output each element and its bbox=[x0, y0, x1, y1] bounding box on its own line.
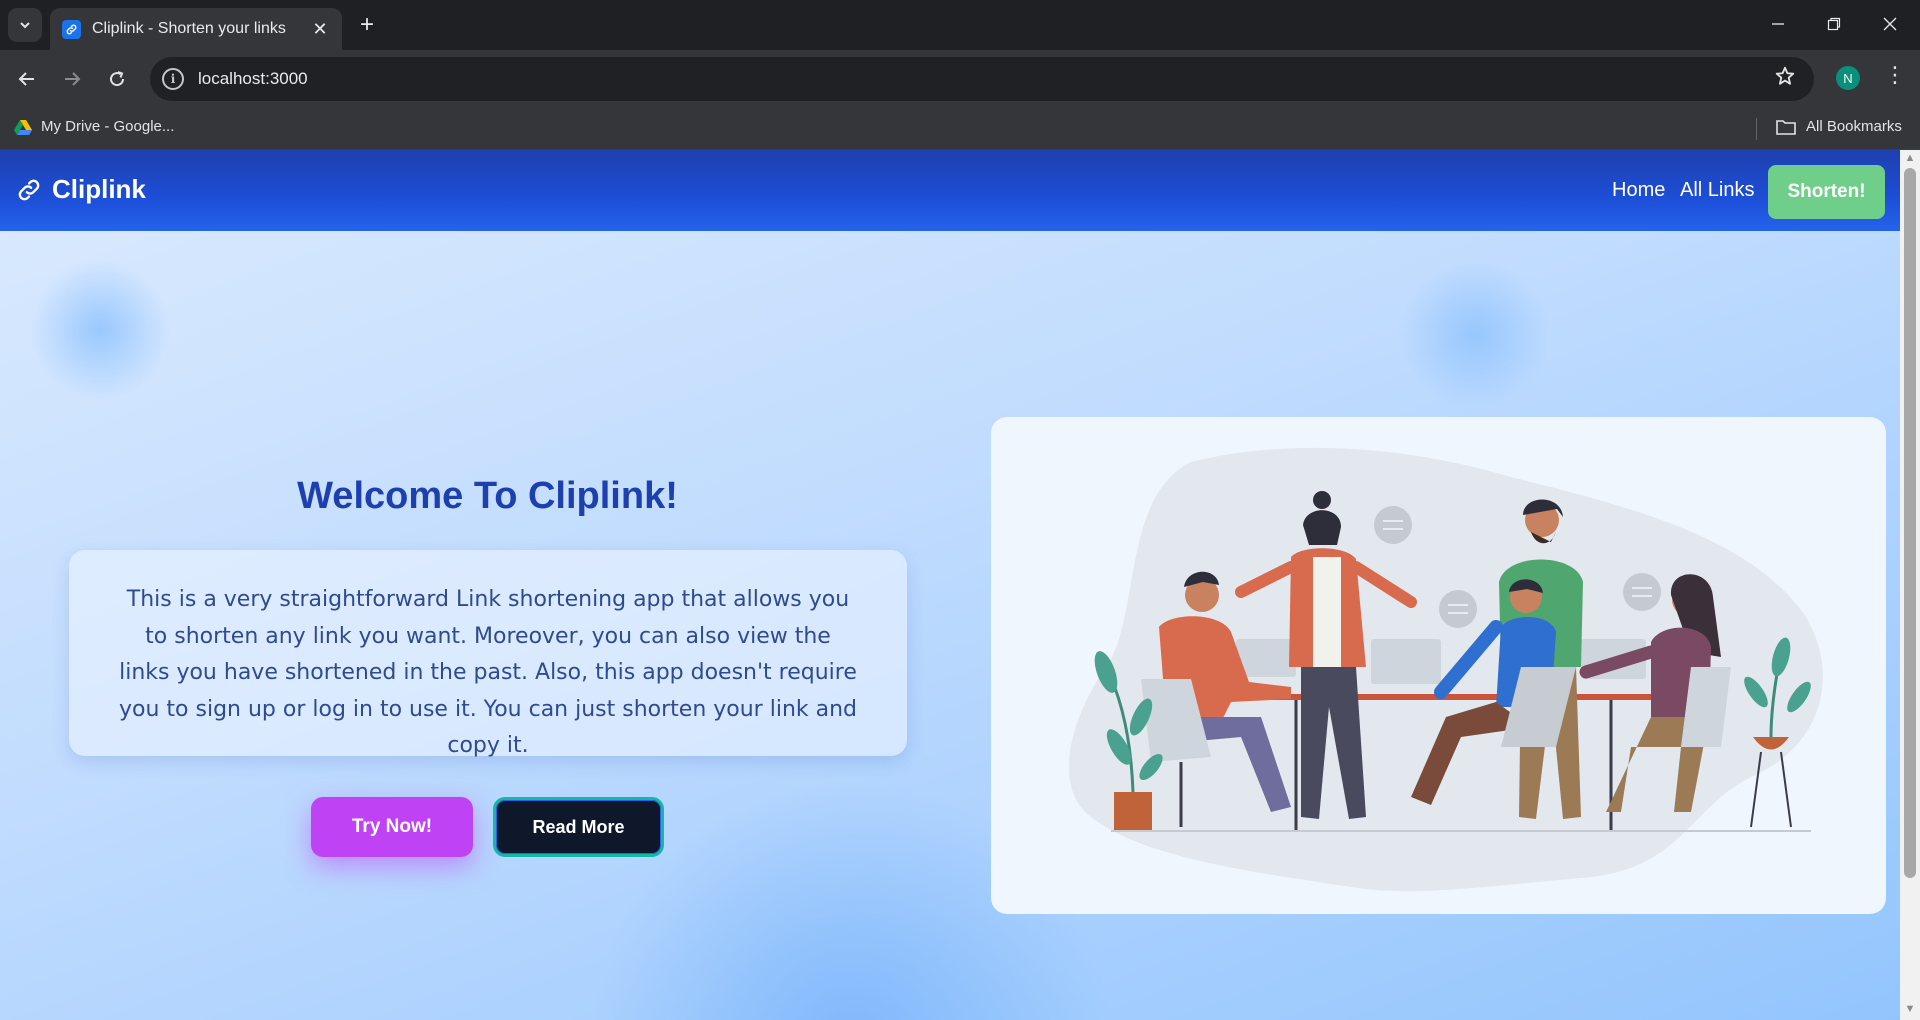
close-tab-icon[interactable]: ✕ bbox=[306, 19, 334, 40]
read-more-button[interactable]: Read More bbox=[493, 797, 664, 857]
link-favicon-icon bbox=[62, 19, 81, 39]
bookmark-my-drive[interactable]: My Drive - Google... bbox=[14, 118, 174, 135]
scrollbar-thumb[interactable] bbox=[1904, 168, 1916, 878]
restore-icon bbox=[1827, 17, 1841, 31]
site-info-icon[interactable]: i bbox=[162, 68, 184, 90]
restore-window-button[interactable] bbox=[1806, 0, 1862, 48]
brand-logo[interactable]: Cliplink bbox=[16, 174, 146, 205]
scroll-up-icon[interactable]: ▲ bbox=[1904, 152, 1916, 164]
hero-description: This is a very straightforward Link shor… bbox=[119, 587, 858, 758]
minimize-icon bbox=[1772, 23, 1784, 25]
bookmark-star-icon[interactable] bbox=[1774, 65, 1796, 87]
team-meeting-illustration bbox=[1068, 447, 1823, 892]
link-icon bbox=[18, 179, 40, 200]
browser-menu-icon[interactable]: ⋮ bbox=[1884, 62, 1906, 88]
chevron-down-icon bbox=[20, 22, 30, 29]
profile-avatar[interactable]: N bbox=[1836, 66, 1860, 90]
address-url[interactable]: localhost:3000 bbox=[198, 69, 308, 89]
browser-tab-active[interactable]: Cliplink - Shorten your links ✕ bbox=[50, 8, 342, 50]
nav-home-link[interactable]: Home bbox=[1612, 179, 1665, 202]
page-scrollbar[interactable]: ▲ ▼ bbox=[1900, 150, 1920, 1020]
try-now-button[interactable]: Try Now! bbox=[311, 797, 473, 857]
back-button[interactable] bbox=[10, 62, 44, 96]
all-bookmarks-label: All Bookmarks bbox=[1806, 118, 1902, 135]
reload-button[interactable] bbox=[100, 62, 134, 96]
nav-all-links-link[interactable]: All Links bbox=[1680, 179, 1754, 202]
tab-title: Cliplink - Shorten your links bbox=[92, 20, 286, 37]
arrow-left-icon bbox=[18, 72, 34, 86]
bookmarks-divider bbox=[1756, 118, 1757, 140]
bookmark-label: My Drive - Google... bbox=[41, 118, 175, 135]
folder-icon bbox=[1776, 119, 1796, 135]
close-window-button[interactable] bbox=[1862, 0, 1918, 48]
browser-tabstrip: Cliplink - Shorten your links ✕ + bbox=[0, 0, 1920, 50]
page-viewport: Cliplink Home All Links Shorten! Welcome… bbox=[0, 150, 1900, 1020]
shorten-button[interactable]: Shorten! bbox=[1768, 165, 1885, 219]
brand-name: Cliplink bbox=[52, 174, 146, 204]
address-bar[interactable]: i localhost:3000 bbox=[150, 57, 1814, 101]
site-navbar: Cliplink Home All Links Shorten! bbox=[0, 150, 1900, 231]
scroll-down-icon[interactable]: ▼ bbox=[1904, 1003, 1916, 1015]
arrow-right-icon bbox=[65, 72, 81, 86]
close-icon bbox=[1883, 17, 1897, 31]
hero-description-card: This is a very straightforward Link shor… bbox=[69, 550, 907, 758]
bookmarks-bar: My Drive - Google... All Bookmarks bbox=[0, 108, 1920, 150]
reload-icon bbox=[110, 71, 125, 87]
forward-button[interactable] bbox=[55, 62, 89, 96]
illustration-card bbox=[991, 417, 1886, 914]
hero-title: Welcome To Cliplink! bbox=[297, 475, 678, 517]
new-tab-button[interactable]: + bbox=[352, 10, 382, 40]
tab-search-button[interactable] bbox=[8, 8, 42, 42]
minimize-window-button[interactable] bbox=[1750, 0, 1806, 48]
google-drive-icon bbox=[14, 119, 32, 135]
all-bookmarks-button[interactable]: All Bookmarks bbox=[1776, 118, 1902, 135]
